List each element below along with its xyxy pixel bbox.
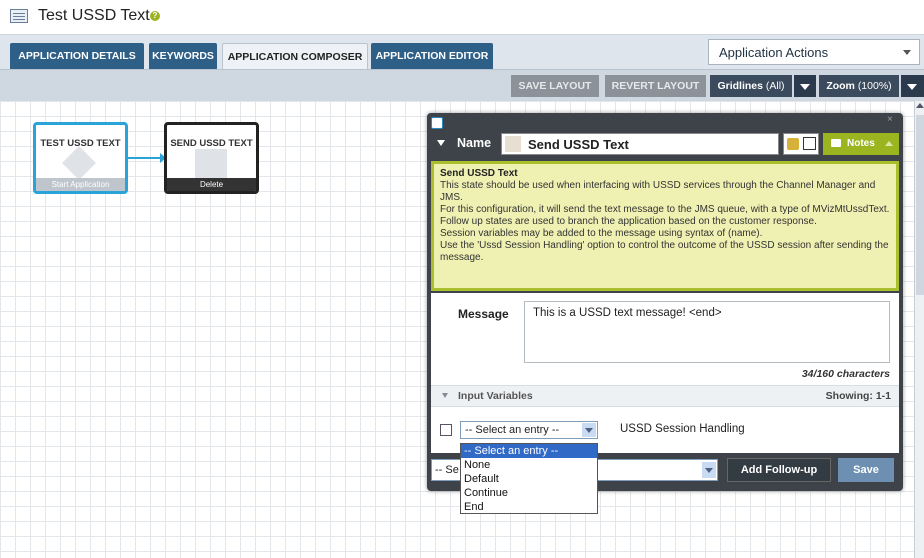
message-label: Message (458, 307, 509, 321)
add-followup-button[interactable]: Add Follow-up (727, 458, 831, 482)
tab-application-editor[interactable]: APPLICATION EDITOR (371, 43, 493, 69)
chevron-up-icon (885, 141, 893, 146)
close-icon[interactable]: × (887, 115, 897, 125)
session-handling-label: USSD Session Handling (620, 423, 745, 435)
followup-select-value: -- Se (435, 464, 459, 476)
application-icon (10, 9, 28, 23)
entry-dropdown-list: -- Select an entry -- None Default Conti… (460, 443, 598, 514)
notes-label: Notes (847, 138, 875, 149)
notes-heading: Send USSD Text (440, 168, 518, 179)
dropdown-option[interactable]: Continue (461, 486, 597, 500)
notes-button[interactable]: Notes (823, 133, 899, 155)
zoom-label: Zoom (826, 80, 855, 92)
gridlines-button[interactable]: Gridlines (All) (710, 75, 792, 97)
lock-control[interactable] (783, 133, 819, 155)
state-node-send-ussd-text[interactable]: SEND USSD TEXT Delete (164, 122, 259, 194)
lock-checkbox[interactable] (803, 137, 816, 150)
speech-bubble-icon (831, 139, 841, 147)
delete-node-button[interactable]: Delete (167, 178, 256, 191)
zoom-dropdown-icon[interactable] (901, 75, 924, 97)
title-bar: Test USSD Text ? (0, 0, 924, 35)
lock-icon[interactable] (787, 138, 799, 150)
chevron-down-icon[interactable] (582, 423, 596, 437)
zoom-value: (100%) (857, 80, 892, 92)
tab-application-composer[interactable]: APPLICATION COMPOSER (222, 43, 368, 70)
save-button[interactable]: Save (838, 458, 894, 482)
scrollbar-thumb[interactable] (916, 115, 924, 295)
notes-line: Session variables may be added to the me… (440, 228, 763, 239)
panel-select-checkbox[interactable] (431, 117, 443, 129)
message-textarea[interactable]: This is a USSD text message! <end> (524, 301, 890, 363)
composer-toolbar: SAVE LAYOUT REVERT LAYOUT Gridlines (All… (0, 69, 924, 101)
application-actions-label: Application Actions (719, 45, 829, 60)
chevron-down-icon[interactable] (702, 462, 716, 478)
input-variables-label: Input Variables (458, 390, 533, 402)
gridlines-label: Gridlines (717, 80, 763, 92)
variable-checkbox[interactable] (440, 424, 452, 436)
state-properties-panel: × Name Send USSD Text Notes Send USSD Te… (427, 113, 903, 491)
dropdown-option[interactable]: None (461, 458, 597, 472)
help-icon[interactable]: ? (150, 11, 160, 21)
gridlines-dropdown-icon[interactable] (794, 75, 816, 97)
panel-body: Message This is a USSD text message! <en… (431, 293, 899, 453)
node-label: SEND USSD TEXT (170, 138, 253, 149)
notes-line: Follow up states are used to branch the … (440, 216, 817, 227)
tab-application-details[interactable]: APPLICATION DETAILS (10, 43, 144, 69)
tab-keywords[interactable]: KEYWORDS (149, 43, 217, 69)
state-square-icon (195, 149, 227, 181)
name-value: Send USSD Text (528, 137, 629, 152)
notes-line: This state should be used when interfaci… (440, 180, 876, 203)
chevron-down-icon (903, 50, 911, 55)
notes-line: For this configuration, it will send the… (440, 204, 890, 215)
start-diamond-icon (62, 146, 96, 180)
entry-select[interactable]: -- Select an entry -- (460, 421, 598, 439)
name-field[interactable]: Send USSD Text (501, 133, 779, 155)
page-title: Test USSD Text (38, 7, 150, 24)
node-connector-arrow (128, 153, 166, 163)
color-swatch[interactable] (505, 136, 521, 152)
revert-layout-button[interactable]: REVERT LAYOUT (605, 75, 706, 97)
zoom-button[interactable]: Zoom (100%) (819, 75, 899, 97)
application-actions-dropdown[interactable]: Application Actions (708, 39, 920, 65)
character-count: 34/160 characters (801, 368, 890, 380)
collapse-icon[interactable] (437, 140, 445, 146)
name-label: Name (457, 136, 492, 150)
dropdown-option[interactable]: End (461, 500, 597, 514)
showing-count: Showing: 1-1 (825, 390, 891, 402)
gridlines-value: (All) (765, 80, 785, 92)
name-bar: Name Send USSD Text Notes (431, 131, 899, 157)
dropdown-option[interactable]: Default (461, 472, 597, 486)
scroll-up-icon[interactable] (916, 103, 924, 108)
dropdown-option[interactable]: -- Select an entry -- (461, 444, 597, 458)
entry-select-value: -- Select an entry -- (465, 424, 560, 436)
expand-triangle-icon (442, 393, 448, 398)
input-variables-header[interactable]: Input Variables Showing: 1-1 (431, 385, 899, 407)
node-footer: Start Application (36, 178, 125, 191)
canvas-scrollbar[interactable] (914, 101, 924, 558)
save-layout-button[interactable]: SAVE LAYOUT (511, 75, 599, 97)
notes-box: Send USSD Text This state should be used… (431, 161, 899, 291)
notes-line: Use the 'Ussd Session Handling' option t… (440, 240, 889, 263)
state-node-test-ussd-text[interactable]: TEST USSD TEXT Start Application (33, 122, 128, 194)
